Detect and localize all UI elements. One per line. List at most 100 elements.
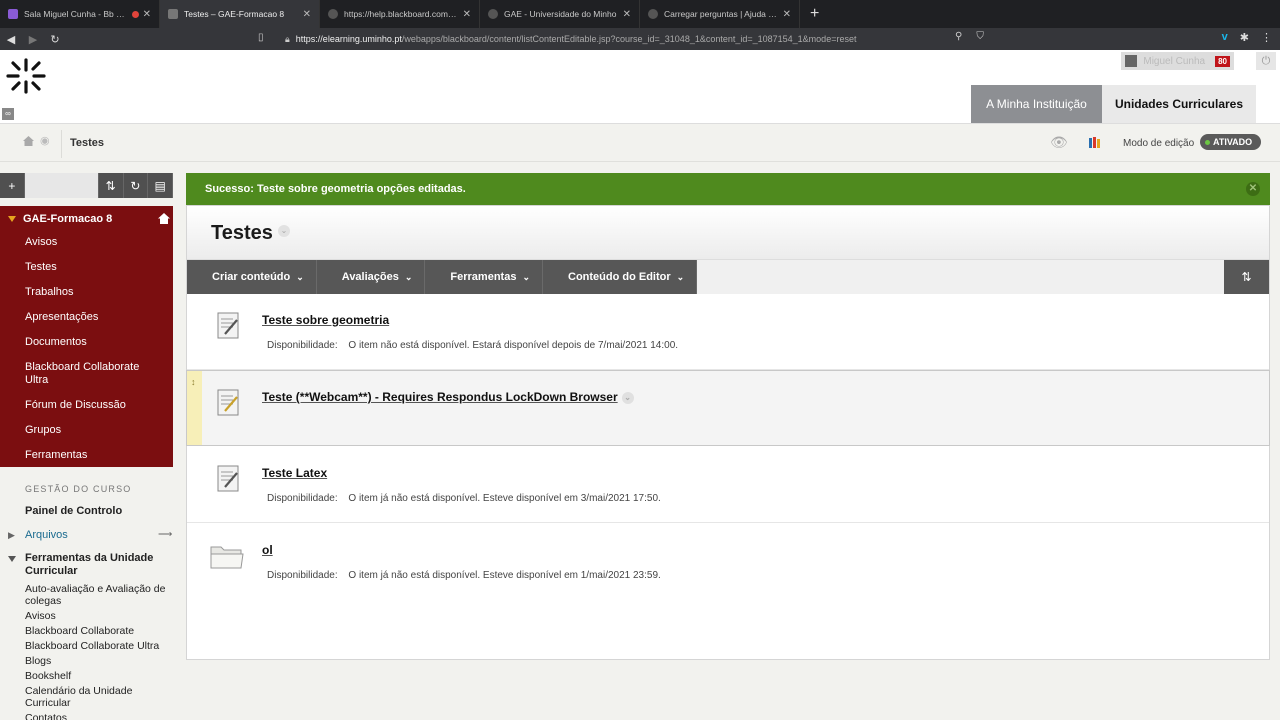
forward-icon[interactable]: ▶	[22, 33, 44, 46]
breadcrumb-divider	[61, 130, 62, 158]
bookmark-icon[interactable]: ▯	[258, 32, 264, 43]
browser-tab[interactable]: https://help.blackboard.com/sites/... ✕	[320, 0, 480, 28]
new-tab-icon[interactable]: +	[800, 5, 829, 23]
arrow-right-icon[interactable]: ⟶	[158, 529, 172, 540]
unit-tools-heading[interactable]: Ferramentas da Unidade Curricular	[25, 552, 165, 578]
close-tab-icon[interactable]: ✕	[463, 9, 471, 20]
test-icon	[217, 465, 239, 492]
extensions-icon[interactable]: ✱	[1240, 31, 1249, 44]
help-books-icon[interactable]	[1088, 135, 1102, 149]
test-icon	[217, 389, 239, 416]
folder-view-icon[interactable]: ▤	[148, 173, 173, 198]
logout-icon[interactable]: ⏻	[1256, 52, 1276, 70]
drag-handle[interactable]: ↕	[187, 371, 202, 445]
browser-tab[interactable]: GAE - Universidade do Minho ✕	[480, 0, 640, 28]
tool-link[interactable]: Blogs	[25, 655, 175, 667]
item-title-link[interactable]: Teste sobre geometria	[262, 313, 389, 327]
control-panel-link[interactable]: Painel de Controlo	[25, 505, 122, 517]
expand-arrow-icon[interactable]: ▶	[8, 530, 15, 541]
recording-icon	[131, 10, 139, 18]
add-menu-item-button[interactable]: +	[0, 173, 25, 198]
close-tab-icon[interactable]: ✕	[303, 9, 311, 20]
collapse-icon[interactable]	[8, 216, 16, 222]
course-home-icon[interactable]	[157, 212, 171, 225]
course-management-panel: GESTÃO DO CURSO Painel de Controlo ▶ Arq…	[0, 467, 180, 720]
reorder-menu-icon[interactable]: ⇅	[99, 173, 124, 198]
refresh-menu-icon[interactable]: ↻	[124, 173, 149, 198]
browser-tab[interactable]: Carregar perguntas | Ajuda da Blac ✕	[640, 0, 800, 28]
zoom-icon[interactable]: ⚲	[955, 31, 962, 42]
reload-icon[interactable]: ↻	[44, 33, 66, 46]
course-menu-item-testes[interactable]: Testes	[25, 259, 165, 276]
tab-my-institution[interactable]: A Minha Instituição	[971, 85, 1102, 123]
edit-mode-toggle[interactable]: ATIVADO	[1200, 134, 1261, 150]
create-content-button[interactable]: Criar conteúdo ⌄	[187, 260, 317, 294]
availability-text: O item já não está disponível. Esteve di…	[348, 493, 661, 504]
close-icon[interactable]: ✕	[1246, 182, 1260, 196]
reorder-icon[interactable]: ⇅	[1224, 260, 1269, 294]
tools-button[interactable]: Ferramentas ⌄	[425, 260, 543, 294]
course-menu-toolbar: + ⇅ ↻ ▤	[0, 173, 173, 198]
tool-link[interactable]: Blackboard Collaborate Ultra	[25, 640, 175, 652]
action-label: Criar conteúdo	[212, 271, 291, 283]
folder-icon	[210, 546, 244, 569]
tab-title: Carregar perguntas | Ajuda da Blac	[664, 9, 779, 19]
assessments-button[interactable]: Avaliações ⌄	[317, 260, 426, 294]
item-title-link[interactable]: ol	[262, 543, 273, 557]
course-menu-item-apresentacoes[interactable]: Apresentações	[25, 309, 165, 326]
tab-title: GAE - Universidade do Minho	[504, 9, 617, 19]
link-icon[interactable]: ∞	[2, 108, 14, 120]
files-link[interactable]: Arquivos	[25, 529, 68, 541]
collapse-icon[interactable]	[8, 556, 16, 562]
content-item: Teste sobre geometria Disponibilidade: O…	[187, 294, 1269, 370]
course-menu-item-documentos[interactable]: Documentos	[25, 334, 165, 351]
tool-link[interactable]: Contatos	[25, 712, 175, 720]
action-label: Conteúdo do Editor	[568, 271, 671, 283]
tab-title: Testes – GAE-Formacao 8	[184, 9, 285, 19]
course-menu-item-forum[interactable]: Fórum de Discussão	[25, 397, 165, 414]
course-menu-item-trabalhos[interactable]: Trabalhos	[25, 284, 165, 301]
success-message: Sucesso: Teste sobre geometria opções ed…	[205, 183, 466, 195]
home-icon[interactable]	[22, 135, 35, 147]
back-icon[interactable]: ◀	[0, 33, 22, 46]
menu-icon[interactable]: ⋮	[1261, 31, 1272, 44]
close-tab-icon[interactable]: ✕	[783, 9, 791, 20]
close-tab-icon[interactable]: ✕	[143, 9, 151, 20]
menu-search-field[interactable]	[24, 173, 99, 198]
item-title-link[interactable]: Teste Latex	[262, 466, 327, 480]
course-title[interactable]: GAE-Formacao 8	[8, 213, 112, 225]
close-tab-icon[interactable]: ✕	[623, 9, 631, 20]
tool-link[interactable]: Auto-avaliação e Avaliação de colegas	[25, 583, 175, 607]
breadcrumb-menu-icon[interactable]: ◉	[40, 134, 50, 147]
tab-course-units[interactable]: Unidades Curriculares	[1102, 85, 1256, 123]
student-preview-icon[interactable]: 👁︎	[1050, 135, 1070, 149]
course-menu-item-avisos[interactable]: Avisos	[25, 234, 165, 251]
chevron-down-icon[interactable]: ⌄	[278, 225, 290, 237]
drag-arrows-icon: ↕	[191, 377, 196, 387]
university-logo[interactable]	[4, 54, 50, 100]
action-label: Ferramentas	[450, 271, 517, 283]
tool-link[interactable]: Bookshelf	[25, 670, 175, 682]
tool-link[interactable]: Avisos	[25, 610, 175, 622]
publisher-content-button[interactable]: Conteúdo do Editor ⌄	[543, 260, 698, 294]
chevron-down-icon[interactable]: ⌄	[621, 391, 634, 404]
item-availability: Disponibilidade: O item não está disponí…	[267, 340, 678, 351]
browser-tab[interactable]: Sala Miguel Cunha - Bb Collabo ✕	[0, 0, 160, 28]
browser-tab-active[interactable]: Testes – GAE-Formacao 8 ✕	[160, 0, 320, 28]
item-title-link[interactable]: Teste (**Webcam**) - Requires Respondus …	[262, 390, 634, 404]
action-bar: Criar conteúdo ⌄ Avaliações ⌄ Ferramentas ⌄…	[187, 260, 1269, 294]
page-header: Testes ⌄	[187, 206, 1269, 260]
user-menu[interactable]: Miguel Cunha 80	[1121, 52, 1234, 70]
url-field[interactable]: 🔒︎ https://elearning.uminho.pt/webapps/b…	[285, 30, 975, 48]
course-menu-item-ferramentas[interactable]: Ferramentas	[25, 447, 165, 464]
course-menu-item-collaborate-ultra[interactable]: Blackboard Collaborate Ultra	[25, 359, 165, 389]
course-menu-item-grupos[interactable]: Grupos	[25, 422, 165, 439]
availability-label: Disponibilidade:	[267, 570, 338, 581]
vimeo-extension-icon[interactable]: v	[1222, 31, 1228, 44]
tool-link[interactable]: Blackboard Collaborate	[25, 625, 175, 637]
url-path: /webapps/blackboard/content/listContentE…	[401, 34, 857, 44]
item-availability: Disponibilidade: O item já não está disp…	[267, 493, 661, 504]
tool-link[interactable]: Calendário da Unidade Curricular	[25, 685, 175, 709]
course-menu: GAE-Formacao 8 Avisos Testes Trabalhos A…	[0, 206, 173, 467]
shield-icon[interactable]: ⛉	[976, 31, 984, 42]
